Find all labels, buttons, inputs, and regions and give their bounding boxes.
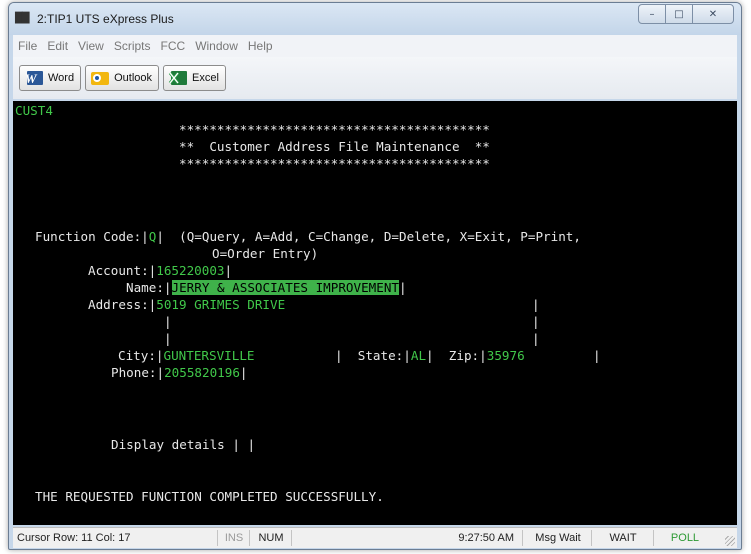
word-button[interactable]: W Word xyxy=(19,65,82,91)
num-indicator: NUM xyxy=(251,530,292,546)
word-label: Word xyxy=(48,72,75,84)
cursor-position: Cursor Row: 11 Col: 17 xyxy=(17,530,218,546)
name-label: Name: xyxy=(126,280,164,295)
close-button[interactable]: ✕ xyxy=(692,4,734,24)
account-input[interactable]: 165220003 xyxy=(156,263,224,278)
screen-id: CUST4 xyxy=(15,103,53,118)
zip-input[interactable]: 35976 xyxy=(487,348,525,363)
poll-indicator: POLL xyxy=(670,532,700,544)
toolbar: W Word Outlook Excel xyxy=(13,57,737,99)
minimize-button[interactable]: – xyxy=(638,4,666,24)
address-label: Address: xyxy=(88,297,149,312)
resize-grip[interactable] xyxy=(725,536,735,546)
banner-bottom: ****************************************… xyxy=(179,156,490,171)
window-title: 2:TIP1 UTS eXpress Plus xyxy=(37,12,174,26)
field-delimiter: | xyxy=(247,437,256,452)
field-delimiter: | xyxy=(224,263,233,278)
city-input[interactable]: GUNTERSVILLE xyxy=(164,348,255,363)
menu-scripts[interactable]: Scripts xyxy=(109,39,156,53)
phone-row: Phone:|2055820196| xyxy=(111,365,248,381)
maximize-button[interactable]: □ xyxy=(665,4,693,24)
close-icon: ✕ xyxy=(708,8,718,20)
status-message: THE REQUESTED FUNCTION COMPLETED SUCCESS… xyxy=(35,489,384,504)
details-row: Display details | | xyxy=(111,437,255,453)
name-input[interactable]: JERRY & ASSOCIATES IMPROVEMENT xyxy=(171,280,399,295)
excel-button[interactable]: Excel xyxy=(163,65,226,91)
3270-terminal-icon[interactable]: ██ xyxy=(15,12,35,26)
outlook-icon xyxy=(90,70,110,86)
field-delimiter: | xyxy=(532,297,540,312)
field-delimiter: | xyxy=(141,229,149,244)
field-delimiter: | xyxy=(239,365,248,380)
msg-wait-indicator: Msg Wait xyxy=(525,530,592,546)
account-row: Account:|165220003| xyxy=(88,263,232,279)
clock: 9:27:50 AM xyxy=(293,530,523,546)
field-delimiter: | xyxy=(156,365,165,380)
field-delimiter: | xyxy=(156,229,164,244)
maximize-icon: □ xyxy=(674,8,684,20)
menu-window[interactable]: Window xyxy=(190,39,243,53)
field-delimiter: | xyxy=(155,348,164,363)
field-delimiter: | xyxy=(232,437,240,452)
function-code-row: Function Code:|Q| (Q=Query, A=Add, C=Cha… xyxy=(35,229,581,245)
status-bar: Cursor Row: 11 Col: 17 INS NUM 9:27:50 A… xyxy=(13,527,737,548)
outlook-button[interactable]: Outlook xyxy=(85,65,160,91)
window-controls: – □ ✕ xyxy=(638,4,734,24)
terminal-window: ██ 2:TIP1 UTS eXpress Plus – □ ✕ File Ed… xyxy=(8,2,742,550)
menu-help[interactable]: Help xyxy=(243,39,278,53)
field-delimiter: | xyxy=(403,348,411,363)
field-delimiter: | xyxy=(426,348,434,363)
menu-fcc[interactable]: FCC xyxy=(156,39,191,53)
word-icon: W xyxy=(24,70,44,86)
details-label: Display details xyxy=(111,437,225,452)
menu-view[interactable]: View xyxy=(73,39,109,53)
svg-text:W: W xyxy=(25,71,38,86)
excel-label: Excel xyxy=(192,72,219,84)
menu-file[interactable]: File xyxy=(13,39,42,53)
city-row: City:|GUNTERSVILLE xyxy=(118,348,255,364)
phone-input[interactable]: 2055820196 xyxy=(164,365,240,380)
outlook-label: Outlook xyxy=(114,72,153,84)
phone-label: Phone: xyxy=(111,365,157,380)
ins-indicator: INS xyxy=(219,530,250,546)
state-label: State: xyxy=(357,348,404,363)
state-input[interactable]: AL xyxy=(411,348,426,363)
menu-bar: File Edit View Scripts FCC Window Help xyxy=(13,35,737,57)
function-code-help-2: O=Order Entry) xyxy=(212,246,319,261)
field-delimiter: | xyxy=(163,280,172,295)
minimize-icon: – xyxy=(649,8,655,20)
field-delimiter: | xyxy=(593,348,601,363)
state-zip-row: | State:|AL| Zip:|35976 xyxy=(335,348,525,364)
city-label: City: xyxy=(118,348,156,363)
field-delimiter: | xyxy=(479,348,487,363)
field-delimiter: | xyxy=(164,331,172,346)
name-row: Name:|JERRY & ASSOCIATES IMPROVEMENT| xyxy=(126,280,407,296)
banner-top: ****************************************… xyxy=(179,122,490,137)
banner-title: ** Customer Address File Maintenance ** xyxy=(179,139,490,154)
excel-icon xyxy=(168,70,188,86)
function-code-help: (Q=Query, A=Add, C=Change, D=Delete, X=E… xyxy=(179,229,581,244)
title-bar[interactable]: ██ 2:TIP1 UTS eXpress Plus – □ ✕ xyxy=(9,3,741,35)
wait-indicator: WAIT xyxy=(593,530,654,546)
field-delimiter: | xyxy=(164,314,172,329)
menu-edit[interactable]: Edit xyxy=(42,39,73,53)
account-label: Account: xyxy=(88,263,149,278)
field-delimiter: | xyxy=(398,280,407,295)
terminal-screen[interactable]: CUST4 **********************************… xyxy=(13,101,737,525)
function-code-label: Function Code: xyxy=(35,229,142,244)
zip-label: Zip: xyxy=(448,348,480,363)
address-row-1: Address:|5019 GRIMES DRIVE xyxy=(88,297,285,313)
field-delimiter: | xyxy=(335,348,343,363)
address-line-1-input[interactable]: 5019 GRIMES DRIVE xyxy=(156,297,285,312)
field-delimiter: | xyxy=(532,314,540,329)
field-delimiter: | xyxy=(532,331,540,346)
